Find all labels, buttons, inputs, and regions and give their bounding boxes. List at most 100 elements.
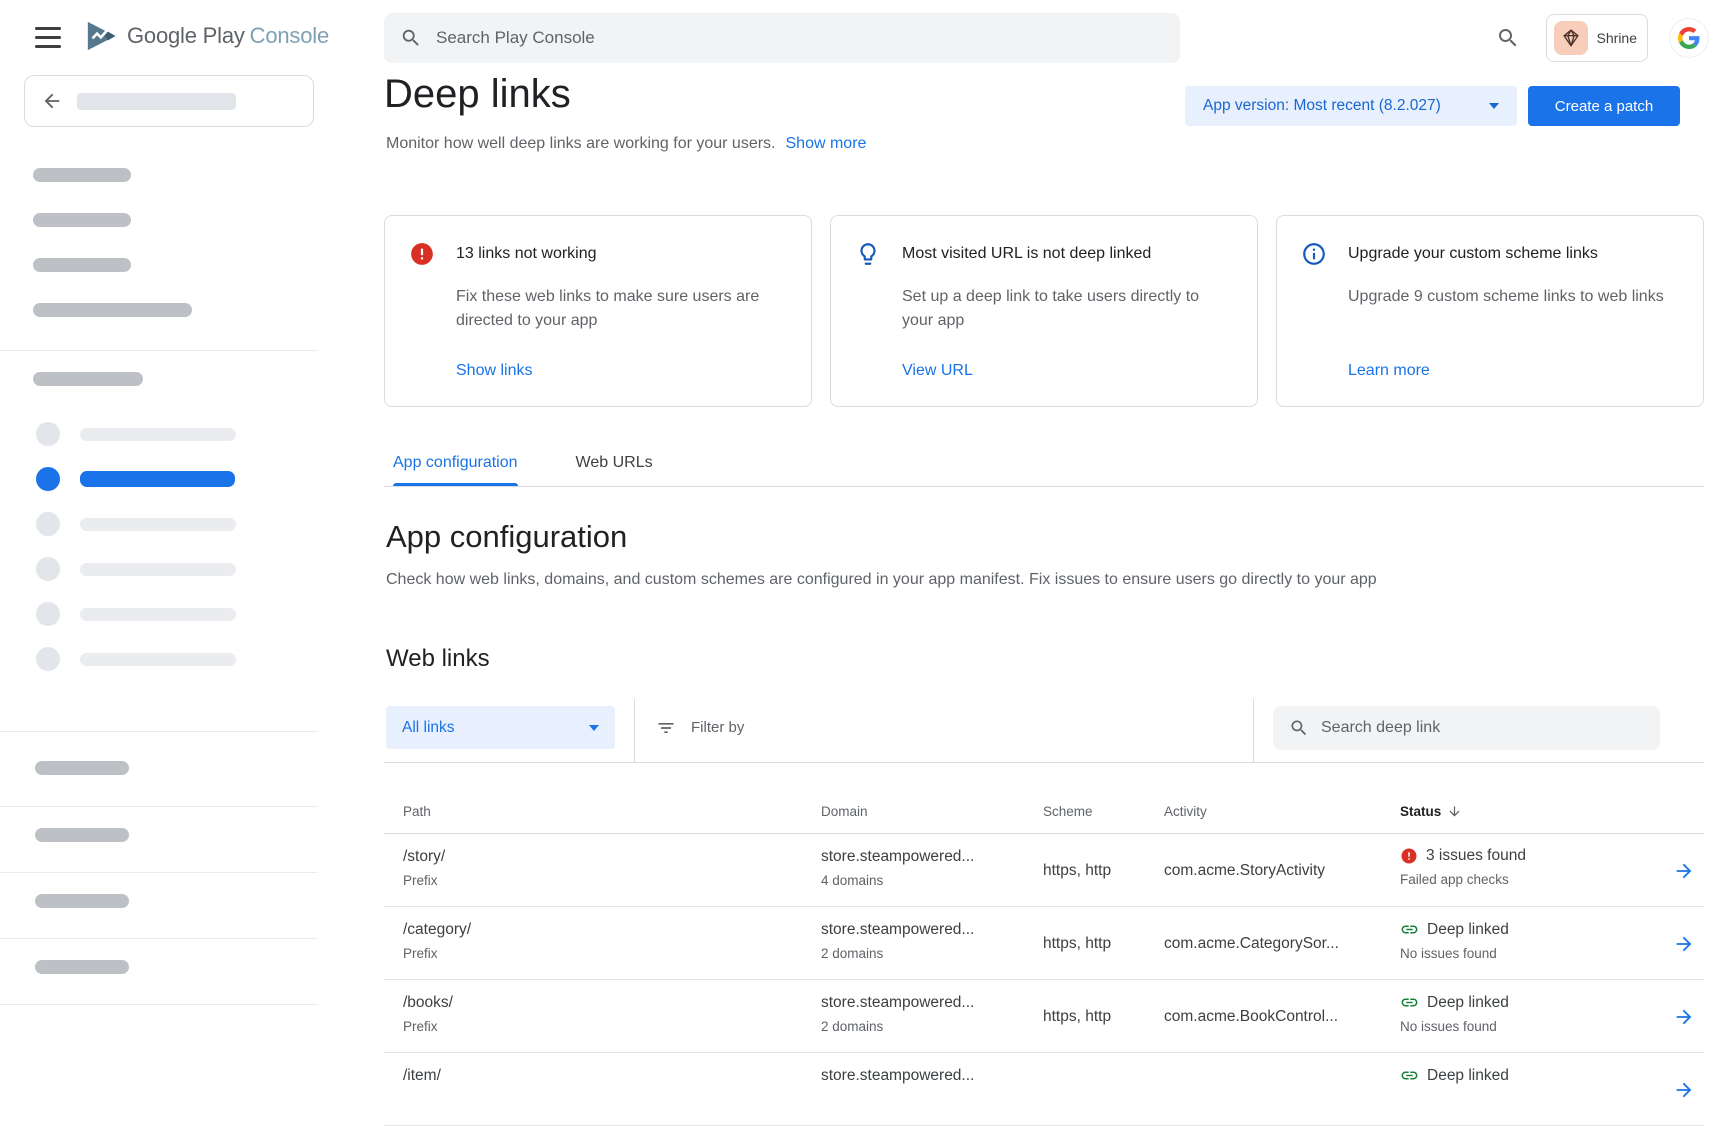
card-body: Fix these web links to make sure users a… [456,285,786,333]
sort-descending-icon [1447,804,1462,819]
nav-bullet-icon [36,512,60,536]
filter-by-button[interactable]: Filter by [656,706,744,749]
link-icon [1400,920,1419,939]
card-body: Set up a deep link to take users directl… [902,285,1232,333]
chevron-down-icon [1489,103,1499,109]
domain-value: store.steampowered... [821,921,1043,939]
arrow-forward-icon [1673,1079,1695,1101]
column-domain: Domain [821,804,1043,819]
divider [0,872,317,873]
skeleton-bar [35,761,129,775]
status-detail: No issues found [1400,946,1664,961]
domain-value: store.steampowered... [821,994,1043,1012]
row-detail-arrow[interactable] [1664,1053,1704,1126]
menu-icon[interactable] [35,26,61,48]
path-type: Prefix [403,873,821,888]
sidebar-item[interactable] [0,642,317,676]
divider [0,806,317,807]
tab-web-urls[interactable]: Web URLs [576,454,653,486]
sidebar-item[interactable] [0,417,317,451]
filter-by-label: Filter by [691,719,744,736]
section-description: Check how web links, domains, and custom… [386,571,1377,589]
row-detail-arrow[interactable] [1664,907,1704,980]
sidebar-item[interactable] [0,552,317,586]
app-version-label: App version: Most recent (8.2.027) [1203,97,1441,115]
chevron-down-icon [589,725,599,731]
link-icon [1400,1066,1419,1085]
path-value: /item/ [403,1067,821,1085]
show-more-link[interactable]: Show more [786,135,867,153]
skeleton-bar [35,828,129,842]
nav-bullet-icon [36,467,60,491]
divider [634,699,635,762]
nav-bullet-icon [36,647,60,671]
column-status-label: Status [1400,804,1441,819]
sidebar-item[interactable] [0,507,317,541]
skeleton-bar [77,93,236,110]
card-upgrade-custom-scheme: Upgrade your custom scheme links Upgrade… [1276,215,1704,407]
skeleton-bar [80,608,236,621]
table-body: /story/ Prefix store.steampowered... 4 d… [384,834,1704,1126]
page-subtitle: Monitor how well deep links are working … [386,135,776,153]
table-row-category[interactable]: /category/ Prefix store.steampowered... … [384,907,1704,980]
section-title: App configuration [386,519,627,555]
tab-app-configuration[interactable]: App configuration [393,454,518,486]
card-body: Upgrade 9 custom scheme links to web lin… [1348,285,1678,309]
play-logo-icon [83,16,119,56]
search-icon [1289,718,1309,738]
table-row-item[interactable]: /item/ store.steampowered... Deep linked [384,1053,1704,1126]
info-icon [1301,241,1327,267]
table-header: Path Domain Scheme Activity Status [384,762,1704,834]
status-detail: Failed app checks [1400,872,1664,887]
path-type: Prefix [403,1019,821,1034]
back-button[interactable] [24,75,314,127]
path-value: /category/ [403,921,821,939]
card-most-visited-url: Most visited URL is not deep linked Set … [830,215,1258,407]
status-value: Deep linked [1427,921,1509,939]
show-links-link[interactable]: Show links [456,362,532,380]
domain-count: 2 domains [821,946,1043,961]
logo-console: Console [250,23,329,48]
arrow-forward-icon [1673,1006,1695,1028]
domain-value: store.steampowered... [821,848,1043,866]
arrow-forward-icon [1673,860,1695,882]
column-status-sort[interactable]: Status [1400,804,1664,819]
skeleton-bar [33,303,192,317]
table-row-books[interactable]: /books/ Prefix store.steampowered... 2 d… [384,980,1704,1053]
skeleton-bar [33,258,131,272]
page-title: Deep links [384,72,571,117]
deep-link-search-bar[interactable] [1273,706,1660,750]
view-url-link[interactable]: View URL [902,362,973,380]
skeleton-bar [80,428,236,441]
domain-count: 2 domains [821,1019,1043,1034]
app-version-dropdown[interactable]: App version: Most recent (8.2.027) [1185,86,1517,126]
table-row-story[interactable]: /story/ Prefix store.steampowered... 4 d… [384,834,1704,907]
tab-bar: App configuration Web URLs [384,454,1704,487]
divider [0,350,317,351]
scheme-value: https, http [1043,907,1164,980]
sidebar-item-active-deep-links[interactable] [0,462,317,496]
column-scheme: Scheme [1043,804,1164,819]
sidebar [0,0,317,1080]
create-patch-label: Create a patch [1555,98,1653,115]
learn-more-link[interactable]: Learn more [1348,362,1430,380]
error-icon [1400,847,1418,865]
logo-google-play: Google Play [127,23,245,48]
nav-bullet-icon [36,422,60,446]
link-icon [1400,993,1419,1012]
back-arrow-icon [41,90,63,112]
deep-link-search-input[interactable] [1321,719,1644,737]
card-title: Most visited URL is not deep linked [902,245,1151,263]
skeleton-bar [33,168,131,182]
arrow-forward-icon [1673,933,1695,955]
row-detail-arrow[interactable] [1664,980,1704,1053]
error-icon [409,241,435,267]
status-value: 3 issues found [1426,847,1526,865]
links-filter-dropdown[interactable]: All links [386,706,615,749]
create-patch-button[interactable]: Create a patch [1528,86,1680,126]
row-detail-arrow[interactable] [1664,834,1704,907]
scheme-value: https, http [1043,834,1164,907]
status-value: Deep linked [1427,994,1509,1012]
sidebar-item[interactable] [0,597,317,631]
path-value: /books/ [403,994,821,1012]
